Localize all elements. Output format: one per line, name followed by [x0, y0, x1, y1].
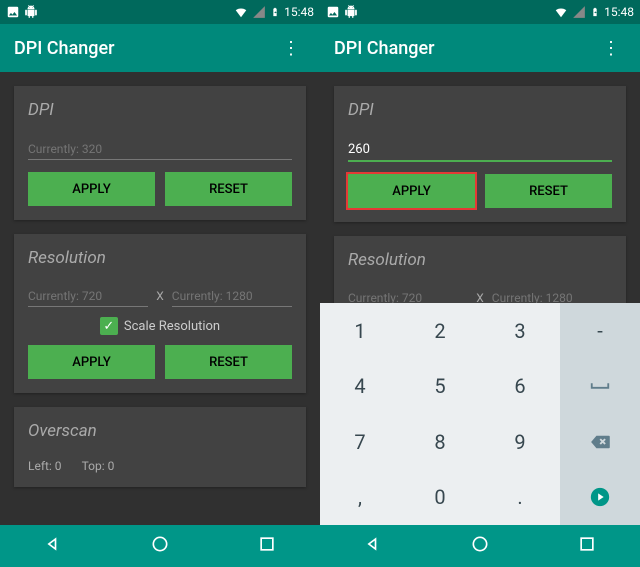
resolution-card: Resolution X ✓ Scale Resolution APPLY RE… [14, 234, 306, 393]
key-0[interactable]: 0 [400, 470, 480, 526]
overscan-title: Overscan [28, 421, 292, 441]
key-dash[interactable]: - [560, 303, 640, 359]
dpi-card: DPI APPLY RESET [334, 86, 626, 222]
app-bar: DPI Changer ⋮ [320, 24, 640, 72]
nav-home-icon[interactable] [456, 528, 504, 564]
status-bar: 15:48 [0, 0, 320, 24]
wifi-icon [554, 5, 568, 19]
key-8[interactable]: 8 [400, 414, 480, 470]
key-enter-icon[interactable] [560, 470, 640, 526]
image-icon [6, 5, 20, 19]
image-icon [326, 5, 340, 19]
key-2[interactable]: 2 [400, 303, 480, 359]
status-time: 15:48 [284, 5, 314, 19]
scale-checkbox[interactable]: ✓ [100, 317, 118, 335]
dpi-title: DPI [28, 100, 292, 120]
key-5[interactable]: 5 [400, 359, 480, 415]
key-6[interactable]: 6 [480, 359, 560, 415]
key-7[interactable]: 7 [320, 414, 400, 470]
resolution-width-input[interactable] [28, 286, 148, 307]
resolution-separator: X [156, 289, 164, 307]
resolution-height-input[interactable] [172, 286, 292, 307]
key-9[interactable]: 9 [480, 414, 560, 470]
overflow-menu-icon[interactable]: ⋮ [276, 34, 306, 63]
status-time: 15:48 [604, 5, 634, 19]
overflow-menu-icon[interactable]: ⋮ [596, 34, 626, 63]
dpi-reset-button[interactable]: RESET [165, 172, 292, 206]
keyboard: 1 2 3 - 4 5 6 7 8 9 , 0 . [320, 303, 640, 525]
battery-icon [590, 5, 600, 19]
overscan-card: Overscan Left: 0 Top: 0 [14, 407, 306, 487]
wifi-icon [234, 5, 248, 19]
scale-label: Scale Resolution [124, 319, 220, 334]
nav-back-icon[interactable] [29, 528, 77, 564]
key-space[interactable] [560, 359, 640, 415]
overscan-left-label: Left: 0 [28, 459, 62, 473]
app-title: DPI Changer [14, 38, 115, 59]
dpi-input[interactable] [348, 139, 612, 162]
phone-screen-left: 15:48 DPI Changer ⋮ DPI APPLY RESET Reso… [0, 0, 320, 567]
app-bar: DPI Changer ⋮ [0, 24, 320, 72]
nav-recent-icon[interactable] [563, 528, 611, 564]
android-icon [24, 5, 38, 19]
resolution-reset-button[interactable]: RESET [165, 345, 292, 379]
resolution-apply-button[interactable]: APPLY [28, 345, 155, 379]
key-comma[interactable]: , [320, 470, 400, 526]
key-4[interactable]: 4 [320, 359, 400, 415]
android-icon [344, 5, 358, 19]
dpi-reset-button[interactable]: RESET [485, 174, 612, 208]
nav-back-icon[interactable] [349, 528, 397, 564]
key-dot[interactable]: . [480, 470, 560, 526]
resolution-title: Resolution [28, 248, 292, 268]
dpi-input[interactable] [28, 139, 292, 160]
content-area: DPI APPLY RESET Resolution X ✓ Scale Res… [0, 72, 320, 525]
signal-icon [252, 5, 266, 19]
nav-bar [0, 525, 320, 567]
status-bar: 15:48 [320, 0, 640, 24]
dpi-apply-button[interactable]: APPLY [348, 174, 475, 208]
nav-bar [320, 525, 640, 567]
dpi-apply-button[interactable]: APPLY [28, 172, 155, 206]
nav-home-icon[interactable] [136, 528, 184, 564]
battery-icon [270, 5, 280, 19]
nav-recent-icon[interactable] [243, 528, 291, 564]
key-3[interactable]: 3 [480, 303, 560, 359]
phone-screen-right: 15:48 DPI Changer ⋮ DPI APPLY RESET Reso… [320, 0, 640, 567]
dpi-title: DPI [348, 100, 612, 120]
key-backspace-icon[interactable] [560, 414, 640, 470]
signal-icon [572, 5, 586, 19]
overscan-top-label: Top: 0 [82, 459, 115, 473]
app-title: DPI Changer [334, 38, 435, 59]
dpi-card: DPI APPLY RESET [14, 86, 306, 220]
resolution-title: Resolution [348, 250, 612, 270]
key-1[interactable]: 1 [320, 303, 400, 359]
